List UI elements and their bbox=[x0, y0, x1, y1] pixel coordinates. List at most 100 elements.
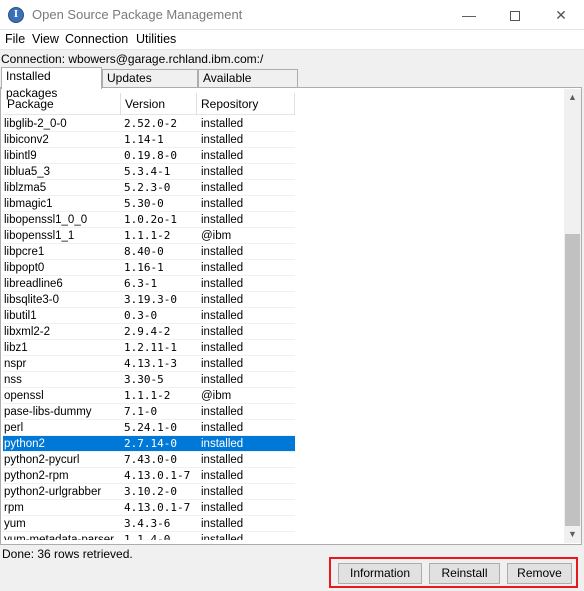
menu-view[interactable]: View bbox=[31, 32, 60, 46]
scroll-down-arrow-icon[interactable]: ▼ bbox=[564, 526, 581, 543]
version-cell: 5.3.4-1 bbox=[124, 165, 171, 178]
package-cell: python2-urlgrabber bbox=[4, 486, 102, 498]
table-row[interactable]: libintl9 0.19.8-0 installed bbox=[3, 148, 295, 164]
title-bar: I Open Source Package Management — ✕ bbox=[0, 0, 584, 30]
package-cell: libz1 bbox=[4, 342, 28, 354]
table-row[interactable]: libreadline6 6.3-1 installed bbox=[3, 276, 295, 292]
table-row[interactable]: nss 3.30-5 installed bbox=[3, 372, 295, 388]
package-cell: openssl bbox=[4, 390, 44, 402]
package-cell: libiconv2 bbox=[4, 134, 49, 146]
vertical-scrollbar[interactable]: ▲ ▼ bbox=[564, 89, 581, 543]
minimize-button[interactable]: — bbox=[446, 0, 492, 30]
repository-cell: installed bbox=[201, 310, 244, 322]
version-cell: 5.2.3-0 bbox=[124, 181, 171, 194]
repository-cell: installed bbox=[201, 342, 244, 354]
table-row[interactable]: libpopt0 1.16-1 installed bbox=[3, 260, 295, 276]
table-row[interactable]: libsqlite3-0 3.19.3-0 installed bbox=[3, 292, 295, 308]
table-row[interactable]: openssl 1.1.1-2 @ibm bbox=[3, 388, 295, 404]
table-row[interactable]: liblua5_3 5.3.4-1 installed bbox=[3, 164, 295, 180]
scrollbar-thumb[interactable] bbox=[565, 234, 580, 526]
close-button[interactable]: ✕ bbox=[538, 0, 584, 30]
package-cell: python2-rpm bbox=[4, 470, 69, 482]
column-header-repository[interactable]: Repository bbox=[197, 93, 295, 115]
package-cell: python2-pycurl bbox=[4, 454, 80, 466]
version-cell: 5.30-0 bbox=[124, 197, 164, 210]
package-cell: yum-metadata-parser bbox=[4, 534, 114, 540]
app-icon: I bbox=[8, 7, 24, 23]
package-cell: libpopt0 bbox=[4, 262, 45, 274]
menu-file[interactable]: File bbox=[4, 32, 26, 46]
scroll-up-arrow-icon[interactable]: ▲ bbox=[564, 89, 581, 106]
table-row[interactable]: libglib-2_0-0 2.52.0-2 installed bbox=[3, 116, 295, 132]
table-row[interactable]: libopenssl1_0_0 1.0.2o-1 installed bbox=[3, 212, 295, 228]
table-row[interactable]: libz1 1.2.11-1 installed bbox=[3, 340, 295, 356]
repository-cell: installed bbox=[201, 422, 244, 434]
repository-cell: installed bbox=[201, 294, 244, 306]
version-cell: 1.1.1-2 bbox=[124, 229, 171, 242]
version-cell: 0.19.8-0 bbox=[124, 149, 177, 162]
table-row[interactable]: rpm 4.13.0.1-7 installed bbox=[3, 500, 295, 516]
version-cell: 0.3-0 bbox=[124, 309, 158, 322]
table-row[interactable]: yum-metadata-parser 1.1.4-0 installed bbox=[3, 532, 295, 540]
repository-cell: installed bbox=[201, 518, 244, 530]
version-cell: 1.16-1 bbox=[124, 261, 164, 274]
package-cell: libreadline6 bbox=[4, 278, 63, 290]
table-row[interactable]: perl 5.24.1-0 installed bbox=[3, 420, 295, 436]
menu-utilities[interactable]: Utilities bbox=[135, 32, 177, 46]
information-button[interactable]: Information bbox=[338, 563, 422, 584]
column-header-version[interactable]: Version bbox=[121, 93, 197, 115]
version-cell: 4.13.0.1-7 bbox=[124, 501, 191, 514]
repository-cell: installed bbox=[201, 406, 244, 418]
version-cell: 4.13.1-3 bbox=[124, 357, 177, 370]
action-button-group: Information Reinstall Remove bbox=[329, 557, 578, 588]
version-cell: 7.43.0-0 bbox=[124, 453, 177, 466]
repository-cell: installed bbox=[201, 246, 244, 258]
repository-cell: installed bbox=[201, 374, 244, 386]
repository-cell: installed bbox=[201, 454, 244, 466]
maximize-button[interactable] bbox=[492, 0, 538, 30]
tab-available-packages[interactable]: Available packages bbox=[198, 69, 298, 102]
table-row[interactable]: libmagic1 5.30-0 installed bbox=[3, 196, 295, 212]
menu-bar: File View Connection Utilities bbox=[0, 30, 584, 50]
table-row[interactable]: yum 3.4.3-6 installed bbox=[3, 516, 295, 532]
table-row[interactable]: python2-pycurl 7.43.0-0 installed bbox=[3, 452, 295, 468]
remove-button[interactable]: Remove bbox=[507, 563, 572, 584]
version-cell: 3.19.3-0 bbox=[124, 293, 177, 306]
package-cell: libsqlite3-0 bbox=[4, 294, 59, 306]
package-cell: libopenssl1_0_0 bbox=[4, 214, 88, 226]
table-row[interactable]: libiconv2 1.14-1 installed bbox=[3, 132, 295, 148]
table-row[interactable]: python2-rpm 4.13.0.1-7 installed bbox=[3, 468, 295, 484]
table-row[interactable]: nspr 4.13.1-3 installed bbox=[3, 356, 295, 372]
version-cell: 2.7.14-0 bbox=[124, 437, 177, 450]
tab-updates-available[interactable]: Updates available bbox=[102, 69, 198, 102]
table-row[interactable]: liblzma5 5.2.3-0 installed bbox=[3, 180, 295, 196]
packages-panel: Package Version Repository libglib-2_0-0… bbox=[0, 87, 582, 545]
version-cell: 1.1.1-2 bbox=[124, 389, 171, 402]
version-cell: 1.1.4-0 bbox=[124, 533, 171, 540]
repository-cell: installed bbox=[201, 534, 244, 540]
package-cell: liblua5_3 bbox=[4, 166, 51, 178]
table-row[interactable]: libpcre1 8.40-0 installed bbox=[3, 244, 295, 260]
table-row[interactable]: pase-libs-dummy 7.1-0 installed bbox=[3, 404, 295, 420]
reinstall-button[interactable]: Reinstall bbox=[429, 563, 500, 584]
version-cell: 8.40-0 bbox=[124, 245, 164, 258]
table-row[interactable]: libutil1 0.3-0 installed bbox=[3, 308, 295, 324]
version-cell: 5.24.1-0 bbox=[124, 421, 177, 434]
repository-cell: @ibm bbox=[201, 230, 232, 242]
repository-cell: installed bbox=[201, 134, 244, 146]
table-row[interactable]: python2 2.7.14-0 installed bbox=[3, 436, 295, 452]
table-row[interactable]: libopenssl1_1 1.1.1-2 @ibm bbox=[3, 228, 295, 244]
version-cell: 2.52.0-2 bbox=[124, 117, 177, 130]
repository-cell: installed bbox=[201, 182, 244, 194]
version-cell: 1.2.11-1 bbox=[124, 341, 177, 354]
repository-cell: installed bbox=[201, 502, 244, 514]
menu-connection[interactable]: Connection bbox=[64, 32, 129, 46]
package-cell: libpcre1 bbox=[4, 246, 45, 258]
table-row[interactable]: python2-urlgrabber 3.10.2-0 installed bbox=[3, 484, 295, 500]
version-cell: 3.4.3-6 bbox=[124, 517, 171, 530]
tab-installed-packages[interactable]: Installed packages bbox=[1, 67, 102, 100]
package-cell: libglib-2_0-0 bbox=[4, 118, 67, 130]
table-row[interactable]: libxml2-2 2.9.4-2 installed bbox=[3, 324, 295, 340]
repository-cell: installed bbox=[201, 214, 244, 226]
repository-cell: installed bbox=[201, 198, 244, 210]
